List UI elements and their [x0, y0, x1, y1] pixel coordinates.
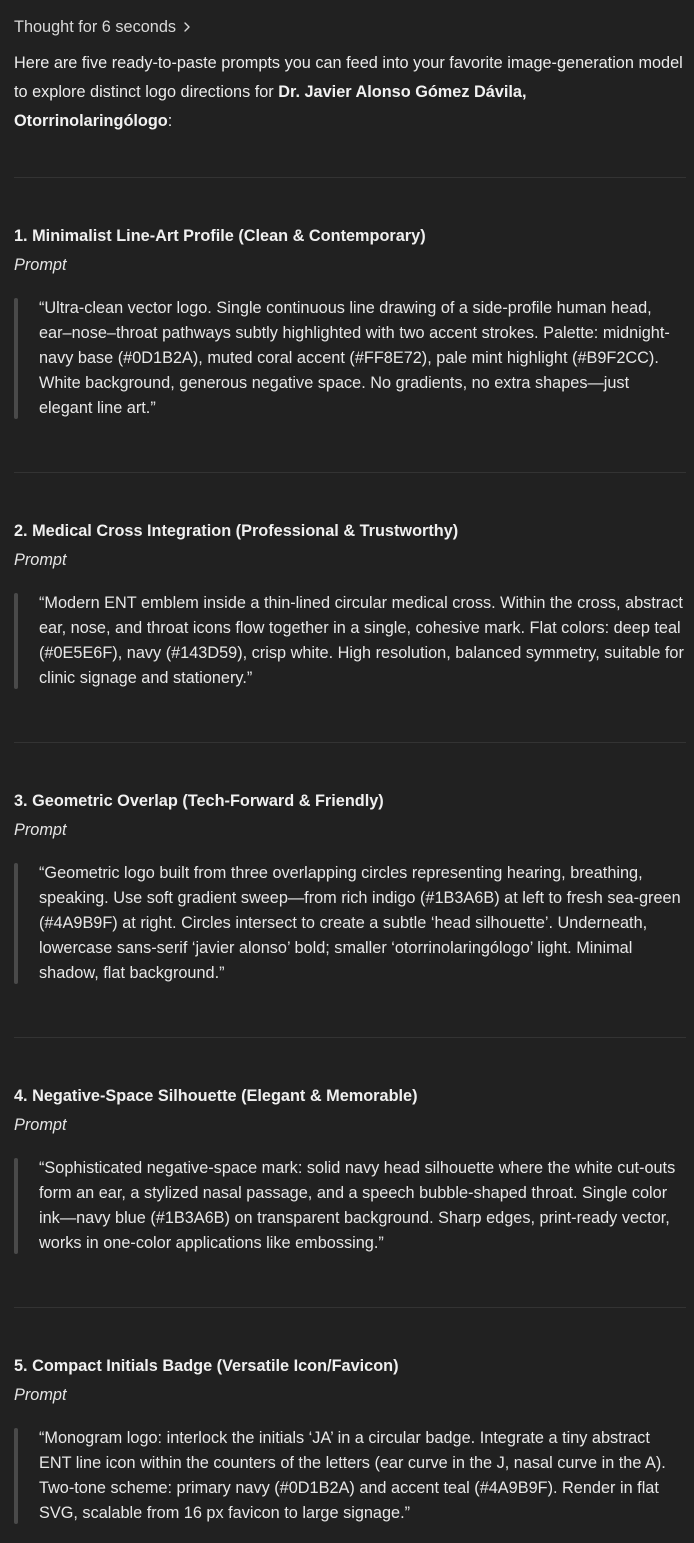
section-prompt-label: Prompt	[14, 1116, 67, 1134]
divider	[14, 1307, 686, 1308]
thought-toggle[interactable]: Thought for 6 seconds	[14, 15, 192, 39]
divider	[14, 472, 686, 473]
prompt-section-2: 2. Medical Cross Integration (Profession…	[14, 519, 686, 691]
section-prompt-label: Prompt	[14, 551, 67, 569]
divider	[14, 1037, 686, 1038]
divider	[14, 177, 686, 178]
prompt-blockquote: “Geometric logo built from three overlap…	[14, 861, 686, 986]
section-prompt-label: Prompt	[14, 821, 67, 839]
intro-suffix: :	[167, 112, 173, 130]
prompt-section-5: 5. Compact Initials Badge (Versatile Ico…	[14, 1354, 686, 1526]
prompt-blockquote: “Monogram logo: interlock the initials ‘…	[14, 1426, 686, 1526]
divider	[14, 742, 686, 743]
section-prompt-label: Prompt	[14, 1386, 67, 1404]
prompt-section-4: 4. Negative-Space Silhouette (Elegant & …	[14, 1084, 686, 1256]
section-title: 3. Geometric Overlap (Tech-Forward & Fri…	[14, 792, 384, 810]
section-title: 1. Minimalist Line-Art Profile (Clean & …	[14, 227, 426, 245]
chevron-right-icon	[184, 22, 190, 32]
thought-label: Thought for 6 seconds	[14, 18, 177, 36]
section-prompt-label: Prompt	[14, 256, 67, 274]
section-title: 5. Compact Initials Badge (Versatile Ico…	[14, 1357, 399, 1375]
section-title: 2. Medical Cross Integration (Profession…	[14, 522, 459, 540]
section-title: 4. Negative-Space Silhouette (Elegant & …	[14, 1087, 418, 1105]
prompt-section-3: 3. Geometric Overlap (Tech-Forward & Fri…	[14, 789, 686, 986]
prompt-blockquote: “Modern ENT emblem inside a thin-lined c…	[14, 591, 686, 691]
intro-paragraph: Here are five ready-to-paste prompts you…	[14, 49, 684, 136]
prompt-section-1: 1. Minimalist Line-Art Profile (Clean & …	[14, 224, 686, 421]
prompt-blockquote: “Ultra-clean vector logo. Single continu…	[14, 296, 686, 421]
prompt-blockquote: “Sophisticated negative-space mark: soli…	[14, 1156, 686, 1256]
